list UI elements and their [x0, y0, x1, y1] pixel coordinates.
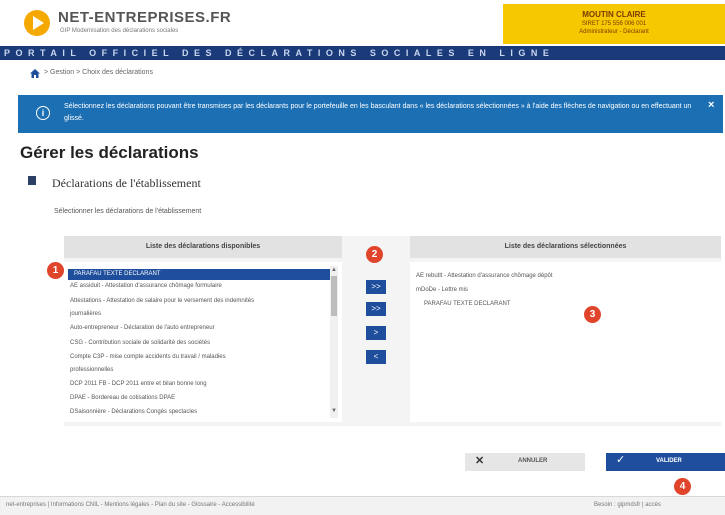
step-marker-4: 4 [674, 478, 691, 495]
move-all-right-button[interactable]: >> [366, 280, 386, 294]
bookmark-icon [28, 176, 36, 185]
available-item[interactable]: professionnelles [70, 367, 328, 373]
portal-title: PORTAIL OFFICIEL DES DÉCLARATIONS SOCIAL… [4, 48, 555, 58]
cancel-label[interactable]: ANNULER [518, 458, 547, 464]
user-siret: SIRET 175 556 006 001 [581, 21, 647, 27]
available-item[interactable]: DSaisonnière - Déclarations Congés spect… [70, 409, 328, 415]
available-item[interactable]: Compte C3P - mise compte accidents du tr… [70, 354, 328, 360]
logo-subtitle: GIP Modernisation des déclarations socia… [60, 28, 179, 34]
user-account-box[interactable]: MOUTIN CLAIRE SIRET 175 556 006 001 Admi… [503, 4, 725, 44]
check-icon[interactable]: ✓ [616, 453, 625, 466]
footer-help[interactable]: Besoin : gipmdsfr | accès [594, 502, 661, 508]
selected-list[interactable]: AE rebutlt - Attestation d'assurance chô… [410, 262, 721, 422]
available-item[interactable]: CSG - Contribution sociale de solidarité… [70, 340, 328, 346]
available-item[interactable]: DPAE - Bordereau de cotisations DPAE [70, 395, 328, 401]
info-icon: i [36, 106, 50, 120]
user-name: MOUTIN CLAIRE [582, 10, 646, 19]
instruction-text: Sélectionner les déclarations de l'établ… [54, 208, 202, 215]
available-list-header: Liste des déclarations disponibles [64, 236, 342, 258]
step-marker-1: 1 [47, 262, 64, 279]
user-role: Administrateur - Déclarant [579, 29, 649, 35]
footer-links[interactable]: net-entreprises | Informations CNIL - Me… [6, 502, 255, 508]
move-one-right-button[interactable]: > [366, 326, 386, 340]
scroll-up-icon[interactable]: ▲ [331, 267, 337, 273]
available-item[interactable]: PARAFAU TEXTE DECLARANT [68, 269, 330, 280]
selected-list-header: Liste des déclarations sélectionnées [410, 236, 721, 258]
validate-label[interactable]: VALIDER [656, 458, 682, 464]
available-item[interactable]: DCP 2011 FB - DCP 2011 entre et bilan bo… [70, 381, 328, 387]
move-left-button[interactable]: < [366, 350, 386, 364]
available-item[interactable]: AE assiduit - Attestation d'assurance ch… [70, 283, 328, 289]
page-title: Gérer les déclarations [20, 143, 199, 162]
play-triangle-icon [33, 16, 44, 30]
logo-title[interactable]: NET-ENTREPRISES.FR [58, 9, 231, 26]
selected-item[interactable]: AE rebutlt - Attestation d'assurance chô… [416, 273, 553, 279]
info-text: Sélectionnez les déclarations pouvant êt… [64, 103, 692, 122]
scroll-thumb[interactable] [331, 276, 337, 316]
breadcrumb[interactable]: > Gestion > Choix des déclarations [44, 69, 153, 76]
close-icon[interactable]: ✕ [475, 454, 484, 467]
step-marker-3: 3 [584, 306, 601, 323]
portal-title-bar: PORTAIL OFFICIEL DES DÉCLARATIONS SOCIAL… [0, 46, 725, 60]
move-right-button[interactable]: >> [366, 302, 386, 316]
step-marker-2: 2 [366, 246, 383, 263]
available-list[interactable]: PARAFAU TEXTE DECLARANT AE assiduit - At… [64, 262, 342, 422]
selected-item[interactable]: PARAFAU TEXTE DECLARANT [424, 301, 510, 307]
scroll-down-icon[interactable]: ▼ [331, 408, 337, 414]
section-title: Déclarations de l'établissement [52, 176, 201, 190]
close-icon[interactable]: × [708, 99, 714, 111]
home-icon[interactable] [30, 69, 40, 78]
available-item[interactable]: Attestations - Attestation de salaire po… [70, 298, 328, 304]
available-item[interactable]: journalières [70, 311, 328, 317]
available-item[interactable]: Auto-entrepreneur - Déclaration de l'aut… [70, 325, 328, 331]
selected-item[interactable]: mDoDe - Lettre mis [416, 287, 468, 293]
